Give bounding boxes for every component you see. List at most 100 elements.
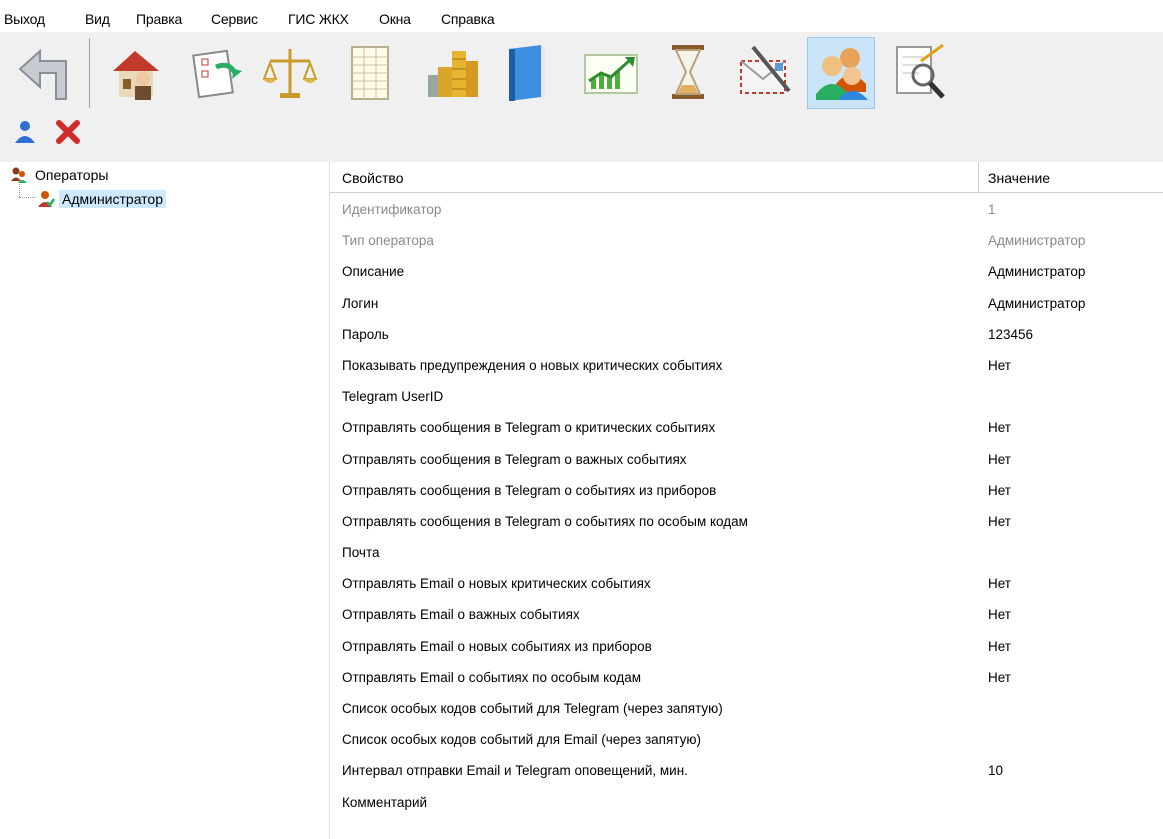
property-name: Отправлять Email о новых критических соб…	[342, 576, 651, 592]
property-row[interactable]: Показывать предупреждения о новых критич…	[330, 351, 1163, 382]
menu-bar: Выход Вид Правка Сервис ГИС ЖКХ Окна Спр…	[0, 0, 1163, 32]
spreadsheet-icon	[351, 46, 389, 100]
add-user-icon	[15, 121, 35, 143]
document-search-button[interactable]	[887, 37, 955, 109]
property-row[interactable]: Почта	[330, 538, 1163, 569]
property-row[interactable]: Список особых кодов событий для Email (ч…	[330, 725, 1163, 756]
property-name: Telegram UserID	[342, 389, 444, 405]
property-row[interactable]: Отправлять сообщения в Telegram о событи…	[330, 507, 1163, 538]
property-name: Отправлять Email о событиях по особым ко…	[342, 669, 642, 685]
users-button[interactable]	[807, 37, 875, 109]
property-value[interactable]: Нет	[988, 606, 1011, 624]
property-row[interactable]: Комментарий	[330, 788, 1163, 819]
menu-help[interactable]: Справка	[441, 10, 495, 28]
property-row[interactable]: Отправлять Email о событиях по особым ко…	[330, 663, 1163, 694]
tree-connector	[19, 197, 35, 198]
property-name: Отправлять Email о важных событиях	[342, 607, 580, 623]
property-row[interactable]: Тип оператора Администратор	[330, 226, 1163, 257]
home-user-icon	[113, 51, 159, 100]
hourglass-icon	[672, 45, 704, 99]
property-row[interactable]: Список особых кодов событий для Telegram…	[330, 694, 1163, 725]
property-value[interactable]: Нет	[988, 638, 1011, 656]
tree-node-label: Операторы	[35, 167, 109, 183]
delete-button[interactable]	[52, 116, 82, 148]
property-row[interactable]: Отправлять сообщения в Telegram о важных…	[330, 445, 1163, 476]
menu-gis[interactable]: ГИС ЖКХ	[288, 10, 349, 28]
property-name: Интервал отправки Email и Telegram опове…	[342, 763, 688, 779]
property-row[interactable]: Логин Администратор	[330, 289, 1163, 320]
property-name: Список особых кодов событий для Email (ч…	[342, 732, 702, 748]
property-name: Комментарий	[342, 794, 428, 810]
menu-edit[interactable]: Правка	[136, 10, 182, 28]
grid-header: Свойство Значение	[330, 162, 1163, 193]
chart-icon	[584, 54, 638, 94]
add-user-button[interactable]	[10, 116, 40, 148]
property-value[interactable]: Администратор	[988, 295, 1085, 313]
mail-button[interactable]	[731, 37, 799, 109]
property-name: Пароль	[342, 326, 389, 342]
property-value[interactable]: Нет	[988, 513, 1011, 531]
menu-service[interactable]: Сервис	[211, 10, 258, 28]
property-value[interactable]: 10	[988, 762, 1003, 780]
menu-view[interactable]: Вид	[85, 10, 110, 28]
property-value: 1	[988, 202, 996, 217]
mail-pen-icon	[740, 45, 791, 94]
operators-tree: Операторы Администратор	[0, 162, 325, 839]
property-grid: Свойство Значение Идентификатор 1 Тип опер…	[329, 162, 1163, 839]
property-row[interactable]: Описание Администратор	[330, 257, 1163, 288]
scales-button[interactable]	[256, 37, 324, 109]
property-name: Отправлять сообщения в Telegram о критич…	[342, 420, 716, 436]
documents-button[interactable]	[182, 37, 250, 109]
grid-rows: Идентификатор 1 Тип оператора Администратор…	[330, 195, 1163, 819]
coins-icon	[428, 51, 478, 97]
property-row[interactable]: Отправлять Email о новых критических соб…	[330, 569, 1163, 600]
home-button[interactable]	[103, 37, 171, 109]
property-value[interactable]: Нет	[988, 482, 1011, 500]
property-value[interactable]: Нет	[988, 669, 1011, 687]
tree-node-label: Администратор	[59, 190, 167, 208]
property-value[interactable]: Нет	[988, 357, 1011, 375]
property-row[interactable]: Идентификатор 1	[330, 195, 1163, 226]
property-value[interactable]: Нет	[988, 451, 1011, 469]
property-name: Логин	[342, 295, 379, 311]
hourglass-button[interactable]	[654, 37, 722, 109]
menu-windows[interactable]: Окна	[379, 10, 411, 28]
administrator-icon	[38, 191, 55, 207]
property-value[interactable]: 123456	[988, 326, 1033, 344]
toolbar	[0, 32, 1163, 162]
delete-icon	[56, 120, 80, 144]
property-value: Администратор	[988, 233, 1086, 249]
menu-exit[interactable]: Выход	[4, 10, 45, 28]
chart-button[interactable]	[577, 37, 645, 109]
property-row[interactable]: Интервал отправки Email и Telegram опове…	[330, 756, 1163, 787]
property-name: Тип оператора	[342, 233, 434, 249]
property-name: Отправлять Email о новых событиях из при…	[342, 638, 652, 654]
property-name: Описание	[342, 264, 405, 280]
property-name: Отправлять сообщения в Telegram о событи…	[342, 482, 717, 498]
documents-refresh-icon	[192, 49, 242, 99]
book-icon	[509, 45, 545, 101]
property-name: Идентификатор	[342, 202, 442, 217]
toolbar-separator	[89, 38, 90, 108]
back-button[interactable]	[10, 37, 78, 109]
property-row[interactable]: Отправлять Email о новых событиях из при…	[330, 632, 1163, 663]
property-name: Отправлять сообщения в Telegram о событи…	[342, 513, 748, 529]
property-name: Список особых кодов событий для Telegram…	[342, 701, 723, 716]
property-row[interactable]: Telegram UserID	[330, 382, 1163, 413]
header-value[interactable]: Значение	[988, 169, 1050, 187]
property-value[interactable]: Нет	[988, 575, 1011, 593]
property-row[interactable]: Отправлять сообщения в Telegram о событи…	[330, 476, 1163, 507]
header-property[interactable]: Свойство	[342, 169, 403, 187]
coins-button[interactable]	[418, 37, 486, 109]
property-row[interactable]: Пароль 123456	[330, 320, 1163, 351]
book-button[interactable]	[493, 37, 561, 109]
property-name: Отправлять сообщения в Telegram о важных…	[342, 451, 687, 467]
property-name: Показывать предупреждения о новых критич…	[342, 357, 723, 373]
property-value[interactable]: Администратор	[988, 263, 1085, 281]
property-row[interactable]: Отправлять сообщения в Telegram о критич…	[330, 413, 1163, 444]
property-row[interactable]: Отправлять Email о важных событиях Нет	[330, 600, 1163, 631]
spreadsheet-button[interactable]	[336, 37, 404, 109]
column-resize-handle[interactable]	[978, 162, 979, 192]
property-value[interactable]: Нет	[988, 419, 1011, 437]
property-name: Почта	[342, 545, 380, 561]
